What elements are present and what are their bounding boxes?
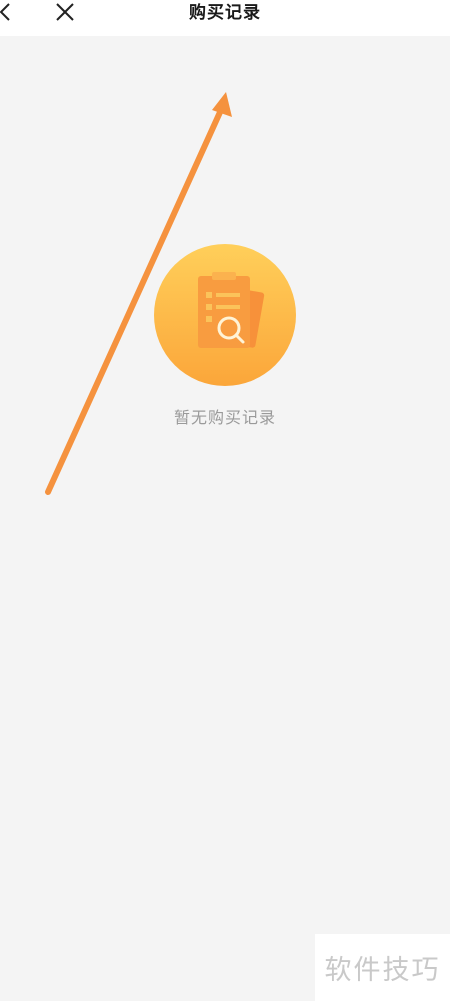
content-area: 暂无购买记录 xyxy=(0,36,450,1001)
empty-state-message: 暂无购买记录 xyxy=(173,408,276,427)
empty-receipt-search-icon xyxy=(154,244,296,386)
page-title: 购买记录 xyxy=(189,3,261,23)
watermark-text: 软件技巧 xyxy=(324,955,441,986)
nav-bar: 购买记录 xyxy=(0,0,450,36)
watermark: 软件技巧 xyxy=(315,934,450,1001)
